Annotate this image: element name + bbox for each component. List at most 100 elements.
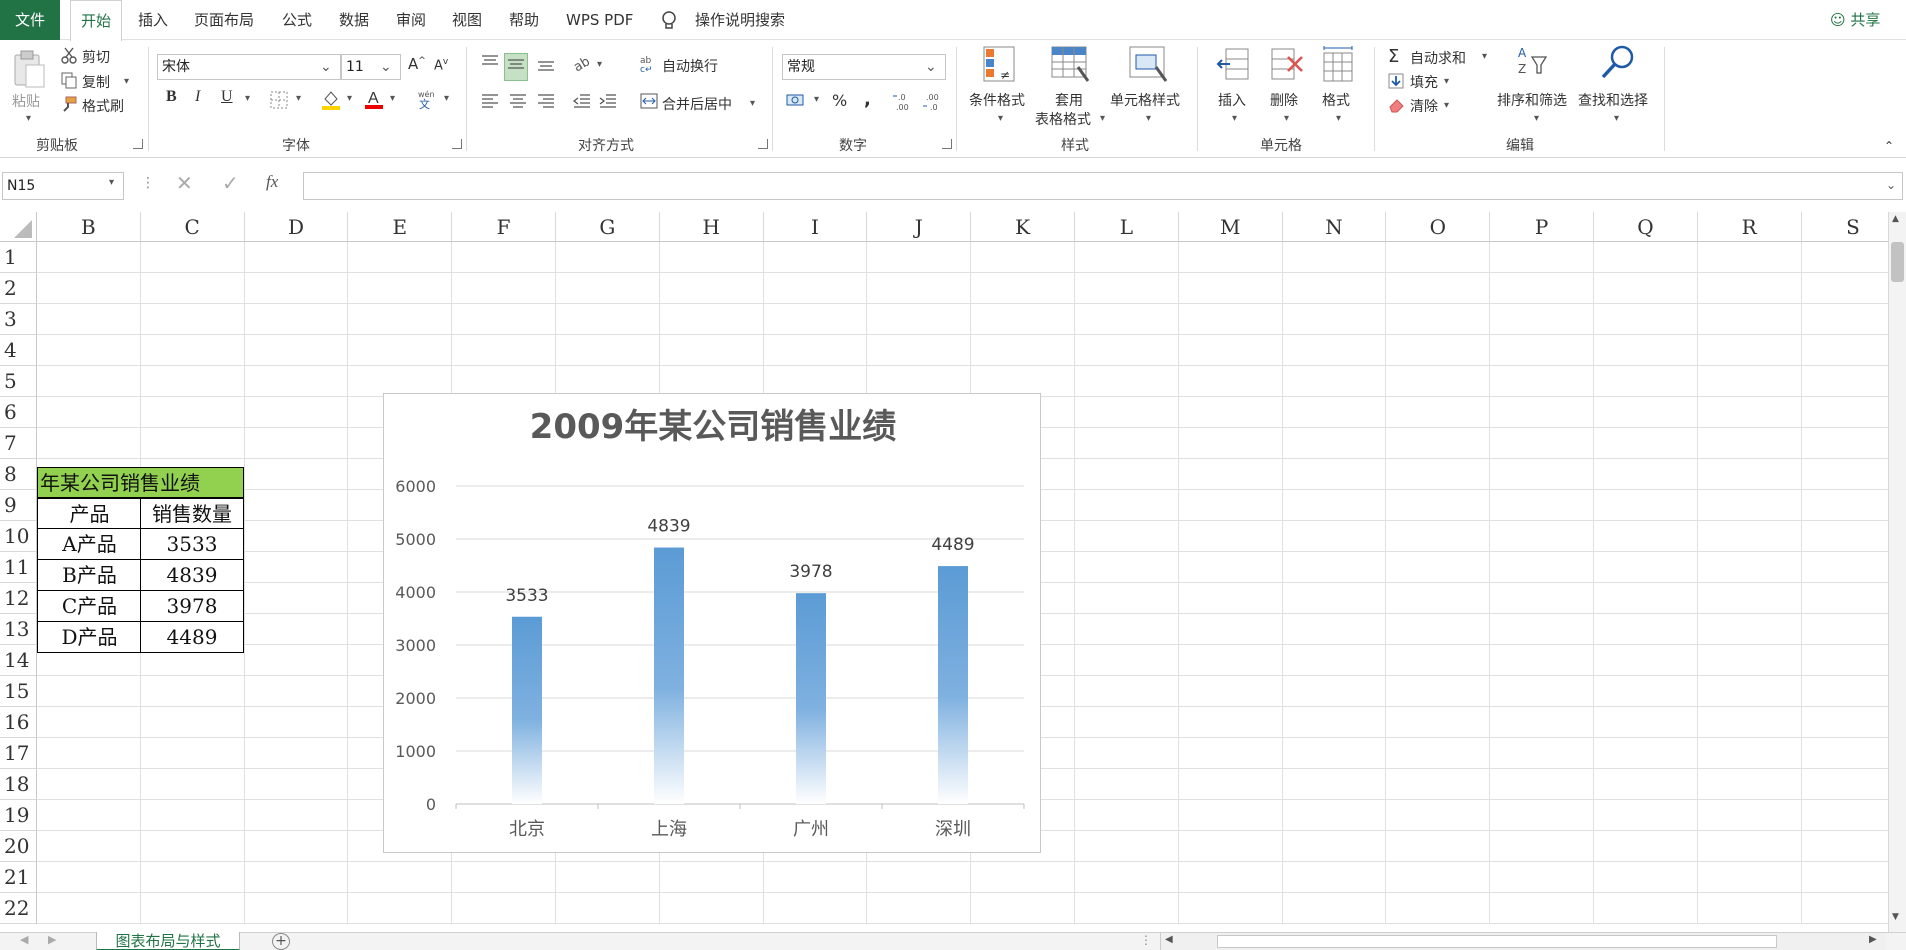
fill-button[interactable]: 填充 xyxy=(1410,72,1438,92)
column-header[interactable]: N xyxy=(1282,212,1387,242)
scroll-up-icon[interactable]: ▲ xyxy=(1892,214,1899,224)
align-center-icon[interactable] xyxy=(508,91,528,115)
name-box[interactable]: N15 xyxy=(2,172,124,200)
row-header[interactable]: 15 xyxy=(0,676,37,707)
cell-styles-dropdown[interactable]: ▾ xyxy=(1146,113,1151,124)
merge-dropdown[interactable]: ▾ xyxy=(750,98,755,109)
format-as-table-line2[interactable]: 表格格式 xyxy=(1035,109,1091,129)
row-header[interactable]: 3 xyxy=(0,304,37,335)
increase-font-icon[interactable]: A^ xyxy=(408,55,426,73)
fill-dropdown[interactable]: ▾ xyxy=(1444,76,1449,87)
decrease-decimal-icon[interactable]: .00.0 xyxy=(922,91,944,117)
header-cell-product[interactable]: 产品 xyxy=(37,498,141,529)
h-scroll-thumb[interactable] xyxy=(1217,935,1777,948)
bold-button[interactable]: B xyxy=(166,88,177,106)
bar-广州[interactable] xyxy=(796,593,826,804)
comma-button[interactable]: , xyxy=(864,89,871,110)
expand-formula-icon[interactable]: ⌄ xyxy=(1886,178,1896,192)
column-header[interactable]: L xyxy=(1075,212,1179,242)
conditional-format-button[interactable]: 条件格式 xyxy=(969,90,1025,110)
format-painter-button[interactable]: 格式刷 xyxy=(82,96,124,116)
decrease-indent-icon[interactable] xyxy=(572,91,592,115)
tell-me-search[interactable]: 操作说明搜索 xyxy=(695,0,785,40)
find-dropdown[interactable]: ▾ xyxy=(1614,113,1619,124)
currency-dropdown[interactable]: ▾ xyxy=(814,94,819,105)
sort-filter-button[interactable]: 排序和筛选 xyxy=(1497,90,1567,110)
table-format-dropdown[interactable]: ▾ xyxy=(1100,113,1105,124)
underline-dropdown[interactable]: ▾ xyxy=(245,93,250,104)
column-header[interactable]: I xyxy=(763,212,868,242)
fill-color-dropdown[interactable]: ▾ xyxy=(347,93,352,104)
row-header[interactable]: 4 xyxy=(0,335,37,366)
wrap-text-icon[interactable]: ab c↵ xyxy=(640,54,658,76)
scroll-right-icon[interactable]: ▶ xyxy=(1869,934,1877,945)
sheet-tab-active[interactable]: 图表布局与样式 xyxy=(96,932,240,950)
row-header[interactable]: 18 xyxy=(0,769,37,800)
phonetic-dropdown[interactable]: ▾ xyxy=(444,93,449,104)
row-header[interactable]: 12 xyxy=(0,583,37,614)
find-select-icon[interactable] xyxy=(1598,43,1638,87)
align-top-icon[interactable] xyxy=(480,53,500,77)
font-name-select[interactable]: 宋体 xyxy=(157,54,341,80)
row-header[interactable]: 16 xyxy=(0,707,37,738)
table-cell[interactable]: D产品 xyxy=(37,622,141,653)
font-launcher-icon[interactable] xyxy=(452,139,462,149)
scissors-icon[interactable] xyxy=(60,47,78,69)
format-cells-icon[interactable] xyxy=(1320,45,1356,89)
tab-help[interactable]: 帮助 xyxy=(509,0,539,40)
tab-page-layout[interactable]: 页面布局 xyxy=(194,0,254,40)
copy-icon[interactable] xyxy=(60,71,78,93)
percent-button[interactable]: % xyxy=(832,91,847,110)
tab-home[interactable]: 开始 xyxy=(70,0,122,41)
chevron-down-icon[interactable]: ⌄ xyxy=(380,59,392,75)
column-header[interactable]: F xyxy=(452,212,556,242)
alignment-launcher-icon[interactable] xyxy=(758,139,768,149)
conditional-dropdown[interactable]: ▾ xyxy=(998,113,1003,124)
paste-icon[interactable] xyxy=(12,49,46,93)
row-header[interactable]: 9 xyxy=(0,490,37,521)
split-handle-icon[interactable]: ⋮ xyxy=(1140,933,1152,947)
align-left-icon[interactable] xyxy=(480,91,500,115)
row-header[interactable]: 1 xyxy=(0,242,37,273)
header-cell-sales[interactable]: 销售数量 xyxy=(140,498,244,529)
table-cell[interactable]: B产品 xyxy=(37,560,141,591)
row-header[interactable]: 19 xyxy=(0,800,37,831)
delete-cells-button[interactable]: 删除 xyxy=(1270,90,1298,110)
column-header[interactable]: O xyxy=(1386,212,1491,242)
select-all-corner[interactable] xyxy=(0,212,37,242)
align-right-icon[interactable] xyxy=(536,91,556,115)
format-dropdown[interactable]: ▾ xyxy=(1336,113,1341,124)
italic-button[interactable]: I xyxy=(195,88,200,106)
cancel-icon[interactable]: ✕ xyxy=(176,171,193,195)
column-header[interactable]: Q xyxy=(1594,212,1698,242)
sort-dropdown[interactable]: ▾ xyxy=(1534,113,1539,124)
table-title-cell[interactable]: 年某公司销售业绩 xyxy=(37,467,244,498)
clipboard-launcher-icon[interactable] xyxy=(133,139,143,149)
scroll-down-icon[interactable]: ▼ xyxy=(1892,912,1899,922)
fill-color-icon[interactable] xyxy=(321,89,341,115)
row-header[interactable]: 6 xyxy=(0,397,37,428)
insert-cells-button[interactable]: 插入 xyxy=(1218,90,1246,110)
formula-input[interactable] xyxy=(303,172,1903,200)
increase-indent-icon[interactable] xyxy=(598,91,618,115)
tab-wps-pdf[interactable]: WPS PDF xyxy=(566,0,633,40)
column-header[interactable]: B xyxy=(37,212,141,242)
table-cell[interactable]: 3978 xyxy=(140,591,244,622)
column-header[interactable]: R xyxy=(1697,212,1802,242)
column-header[interactable]: P xyxy=(1490,212,1594,242)
autosum-dropdown[interactable]: ▾ xyxy=(1482,51,1487,62)
column-header[interactable]: J xyxy=(867,212,972,242)
cell-styles-button[interactable]: 单元格样式 xyxy=(1110,90,1180,110)
share-button[interactable]: ☺ 共享 xyxy=(1830,0,1880,40)
scroll-thumb[interactable] xyxy=(1891,242,1904,282)
font-color-dropdown[interactable]: ▾ xyxy=(390,93,395,104)
table-cell[interactable]: 4489 xyxy=(140,622,244,653)
font-size-select[interactable]: 11 xyxy=(341,54,401,80)
fill-down-icon[interactable] xyxy=(1388,73,1404,93)
increase-decimal-icon[interactable]: .0.00 xyxy=(892,91,914,117)
cut-button[interactable]: 剪切 xyxy=(82,47,110,67)
number-launcher-icon[interactable] xyxy=(942,139,952,149)
bar-上海[interactable] xyxy=(654,547,684,804)
merge-center-button[interactable]: 合并后居中 xyxy=(662,94,732,114)
column-header[interactable]: S xyxy=(1801,212,1888,242)
